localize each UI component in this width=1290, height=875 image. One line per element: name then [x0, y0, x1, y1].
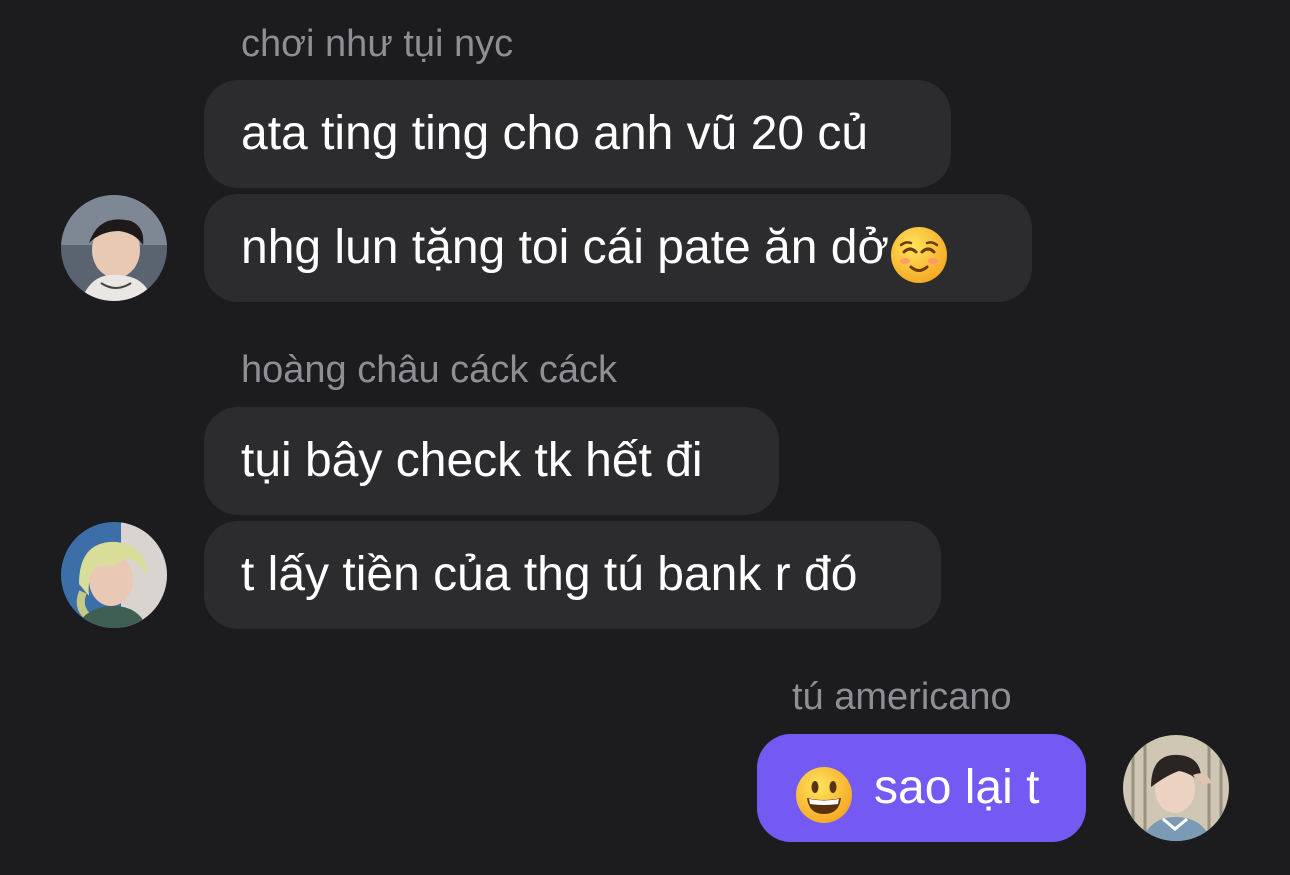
message-text: tụi bây check tk hết đi: [241, 434, 703, 487]
grinning-face-emoji-icon: [794, 756, 854, 824]
sender-name: tú americano: [792, 676, 1012, 718]
user-avatar[interactable]: [61, 195, 167, 301]
message-bubble[interactable]: tụi bây check tk hết đi: [204, 407, 779, 515]
relieved-smile-emoji-icon: [889, 216, 949, 284]
sender-name: chơi như tụi nyc: [241, 23, 514, 65]
message-bubble[interactable]: t lấy tiền của thg tú bank r đó: [204, 521, 941, 629]
user-avatar[interactable]: [61, 522, 167, 628]
message-bubble[interactable]: ata ting ting cho anh vũ 20 củ: [204, 80, 951, 188]
message-bubble-outgoing[interactable]: sao lại t: [757, 734, 1086, 842]
message-text: nhg lun tặng toi cái pate ăn dở: [241, 221, 889, 274]
message-text: ata ting ting cho anh vũ 20 củ: [241, 107, 869, 160]
message-text: sao lại t: [874, 761, 1040, 814]
message-bubble[interactable]: nhg lun tặng toi cái pate ăn dở: [204, 194, 1032, 302]
message-text: t lấy tiền của thg tú bank r đó: [241, 548, 858, 601]
own-avatar[interactable]: [1123, 735, 1229, 841]
sender-name: hoàng châu cáck cáck: [241, 349, 618, 391]
